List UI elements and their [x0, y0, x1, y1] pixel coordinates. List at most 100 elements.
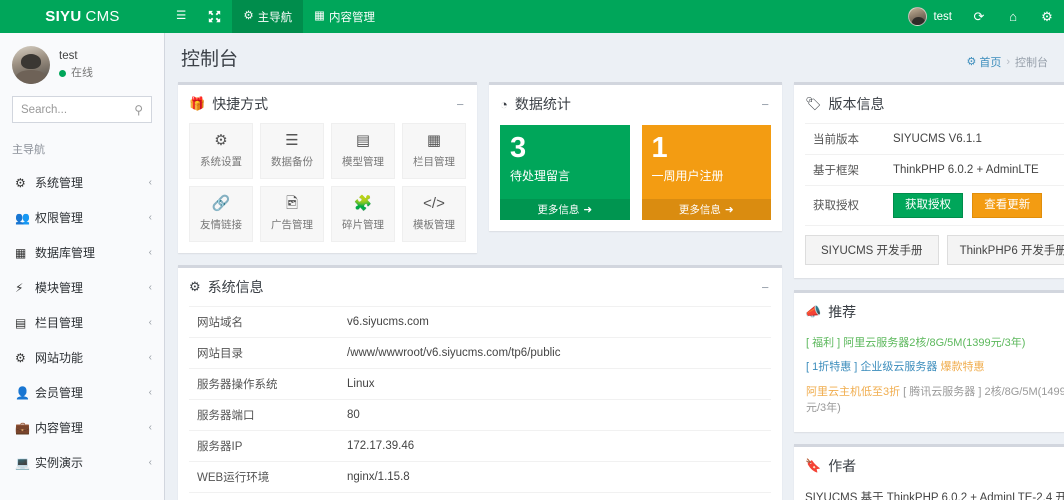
shortcut-template-manage[interactable]: </> 模板管理: [402, 186, 466, 242]
logo-light: CMS: [85, 8, 120, 25]
app-logo[interactable]: SIYU CMS: [0, 0, 165, 33]
sidebar-item-member[interactable]: 👤 会员管理 ‹: [0, 375, 164, 410]
home-icon[interactable]: ⌂: [996, 0, 1030, 33]
sidebar-user-status: 在线: [59, 65, 93, 82]
sidebar-item-label: 栏目管理: [35, 316, 84, 330]
row-value: nginx/1.15.8: [339, 461, 771, 493]
chevron-left-icon: ‹: [148, 422, 152, 433]
row-key: 基于框架: [805, 154, 885, 186]
stat-more-link[interactable]: 更多信息 ➜: [641, 199, 771, 220]
recommend-line: 阿里云主机低至3折 [ 腾讯云服务器 ] 2核/8G/5M(1499元/3年): [805, 380, 1064, 421]
shortcut-data-backup[interactable]: ☰ 数据备份: [260, 123, 324, 179]
nav-main[interactable]: ⚙ 主导航: [232, 0, 304, 33]
shortcut-label: 碎片管理: [342, 219, 384, 231]
search-icon[interactable]: ⚲: [134, 103, 143, 117]
system-info-body: 网站域名 v6.siyucms.com 网站目录 /www/wwwroot/v6…: [178, 306, 782, 500]
stats-title-label: 数据统计: [514, 96, 571, 112]
table-row: WEB运行环境 nginx/1.15.8: [189, 461, 771, 493]
shortcut-ad-manage[interactable]: 🖻 广告管理: [260, 186, 324, 242]
version-card: 🏷 版本信息 − 当前版本 SIYUCMS V6.1.1: [794, 82, 1064, 278]
breadcrumb-home[interactable]: ⚙ 首页: [966, 54, 1001, 70]
stat-row: 3 待处理留言 更多信息 ➜ 1 一周用户注册 更多信息 ➜: [500, 123, 771, 220]
top-nav-right: test ⟳ ⌂ ⚙: [898, 0, 1064, 33]
refresh-icon[interactable]: ⟳: [962, 0, 996, 33]
sidebar-item-column[interactable]: ▤ 栏目管理 ‹: [0, 305, 164, 340]
page-body: test 在线 ⚲ 主导航 ⚙ 系统管理 ‹: [0, 33, 1064, 500]
fullscreen-toggle[interactable]: [197, 0, 232, 33]
recommend-link[interactable]: 阿里云主机低至3折: [806, 386, 900, 398]
table-row: 服务器IP 172.17.39.46: [189, 430, 771, 462]
stat-weekly-registrations[interactable]: 1 一周用户注册 更多信息 ➜: [641, 125, 771, 220]
sidebar-item-demo[interactable]: 💻 实例演示 ‹: [0, 445, 164, 480]
sidebar-item-database[interactable]: ▦ 数据库管理 ‹: [0, 235, 164, 270]
pie-chart-icon: ◔: [500, 96, 508, 112]
stats-card-body: 3 待处理留言 更多信息 ➜ 1 一周用户注册 更多信息 ➜: [489, 123, 782, 231]
row-value: ThinkPHP 6.0.2 + AdminLTE: [885, 154, 1064, 186]
user-menu[interactable]: test: [898, 0, 962, 33]
author-paragraph-1: SIYUCMS 基于 ThinkPHP 6.0.2 + AdminLTE-2.4…: [805, 491, 1064, 500]
shortcut-fragment-manage[interactable]: 🧩 碎片管理: [331, 186, 395, 242]
breadcrumb-current: 控制台: [1015, 56, 1048, 69]
sidebar-item-content[interactable]: 💼 内容管理 ‹: [0, 410, 164, 445]
check-update-button[interactable]: 查看更新: [972, 193, 1043, 218]
table-row: 服务器端口 80: [189, 399, 771, 431]
breadcrumb-separator: ›: [1006, 55, 1010, 68]
sidebar-user-panel[interactable]: test 在线: [0, 33, 164, 96]
database-icon: ▦: [15, 245, 27, 260]
minus-icon[interactable]: −: [759, 98, 771, 111]
search-input[interactable]: [21, 103, 135, 116]
right-column: 🏷 版本信息 − 当前版本 SIYUCMS V6.1.1: [794, 82, 1064, 500]
recommend-card-title: 📣 推荐: [805, 302, 856, 322]
stat-label: 一周用户注册: [651, 169, 724, 184]
version-title-label: 版本信息: [828, 96, 885, 112]
page-header: 控制台 ⚙ 首页 › 控制台: [165, 33, 1064, 82]
row-value: 80: [339, 399, 771, 431]
sidebar-item-site-function[interactable]: ⚙ 网站功能 ‹: [0, 340, 164, 375]
system-info-header: ⚙ 系统信息 −: [178, 268, 782, 306]
puzzle-icon: 🧩: [353, 195, 373, 212]
table-row: 网站域名 v6.siyucms.com: [189, 306, 771, 338]
gear-icon: ⚙: [243, 9, 254, 22]
chevron-left-icon: ‹: [148, 457, 152, 468]
system-info-title-label: 系统信息: [207, 279, 264, 295]
shortcut-label: 系统设置: [200, 156, 242, 168]
sidebar-menu: ⚙ 系统管理 ‹ 👥 权限管理 ‹ ▦ 数据库管理 ‹ ⚡ 模块管理 ‹ ▤ 栏…: [0, 165, 164, 480]
stat-pending-messages[interactable]: 3 待处理留言 更多信息 ➜: [500, 125, 630, 220]
user-icon: 👤: [15, 385, 30, 400]
shortcut-label: 栏目管理: [413, 156, 455, 168]
shortcut-label: 广告管理: [271, 219, 313, 231]
recommend-link[interactable]: [ 1折特惠 ] 企业级云服务器: [806, 361, 937, 373]
shortcut-friend-links[interactable]: 🔗 友情链接: [189, 186, 253, 242]
shortcuts-card-header: 🎁 快捷方式 −: [178, 85, 477, 123]
sidebar-user-status-label: 在线: [71, 67, 93, 80]
search-box[interactable]: ⚲: [12, 96, 152, 123]
siyucms-manual-button[interactable]: SIYUCMS 开发手册: [805, 234, 939, 265]
arrow-circle-right-icon: ➜: [724, 203, 734, 216]
stat-more-link[interactable]: 更多信息 ➜: [500, 199, 630, 220]
recommend-badge[interactable]: 爆款特惠: [937, 361, 984, 373]
get-license-button[interactable]: 获取授权: [893, 193, 963, 218]
sidebar-item-label: 会员管理: [35, 386, 84, 400]
chevron-left-icon: ‹: [148, 212, 152, 223]
settings-icon[interactable]: ⚙: [1030, 0, 1064, 33]
shortcut-model-manage[interactable]: ▤ 模型管理: [331, 123, 395, 179]
sidebar-item-permission[interactable]: 👥 权限管理 ‹: [0, 200, 164, 235]
avatar: [908, 7, 928, 26]
users-icon: 👥: [15, 210, 30, 225]
version-card-header: 🏷 版本信息 −: [794, 85, 1064, 123]
shortcut-system-settings[interactable]: ⚙ 系统设置: [189, 123, 253, 179]
recommend-link[interactable]: [ 福利 ] 阿里云服务器2核/8G/5M(1399元/3年): [806, 337, 1025, 349]
hamburger-icon: ☰: [176, 9, 187, 22]
sidebar-item-system[interactable]: ⚙ 系统管理 ‹: [0, 165, 164, 200]
nav-content[interactable]: ▦ 内容管理: [303, 0, 386, 33]
menu-toggle[interactable]: ☰: [165, 0, 197, 33]
sidebar-item-module[interactable]: ⚡ 模块管理 ‹: [0, 270, 164, 305]
shortcuts-card: 🎁 快捷方式 − ⚙ 系统设置 ☰ 数据备份 ▤ 模型管理 ▦ 栏目管理 🔗 友…: [178, 82, 477, 253]
shortcut-label: 模型管理: [342, 156, 384, 168]
shortcut-column-manage[interactable]: ▦ 栏目管理: [402, 123, 466, 179]
recommend-card-body: [ 福利 ] 阿里云服务器2核/8G/5M(1399元/3年) [ 1折特惠 ]…: [794, 331, 1064, 432]
minus-icon[interactable]: −: [759, 281, 771, 294]
thinkphp6-manual-button[interactable]: ThinkPHP6 开发手册: [946, 234, 1064, 265]
minus-icon[interactable]: −: [454, 98, 466, 111]
desktop-icon: 💻: [15, 455, 30, 470]
